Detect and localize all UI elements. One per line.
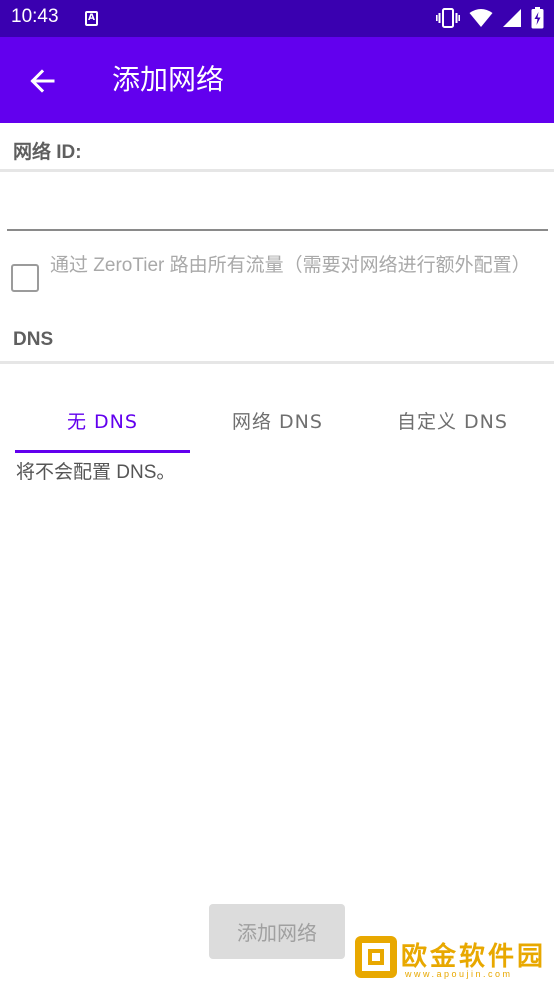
signal-icon <box>503 9 521 27</box>
tab-network-dns[interactable]: 网络 DNS <box>190 386 365 454</box>
dns-divider <box>0 361 554 364</box>
page-title: 添加网络 <box>112 63 225 96</box>
route-all-label: 通过 ZeroTier 路由所有流量（需要对网络进行额外配置） <box>50 255 531 276</box>
status-bar: 10:43 A <box>0 0 554 37</box>
dns-label: DNS <box>13 329 54 350</box>
back-button[interactable] <box>20 59 64 103</box>
watermark-logo-icon <box>355 936 397 978</box>
add-network-button[interactable]: 添加网络 <box>209 904 345 959</box>
wifi-icon <box>469 9 493 27</box>
dns-description: 将不会配置 DNS。 <box>16 462 176 483</box>
route-all-checkbox[interactable] <box>11 264 39 292</box>
watermark: 欧金软件园 www.apoujin.com <box>353 934 554 984</box>
battery-icon <box>531 7 544 29</box>
arrow-left-icon <box>30 69 55 93</box>
tab-no-dns[interactable]: 无 DNS <box>15 386 190 454</box>
network-id-label: 网络 ID: <box>13 142 82 163</box>
app-notification-icon: A <box>85 11 98 26</box>
status-icons <box>436 7 544 29</box>
app-bar: 添加网络 <box>0 37 554 123</box>
watermark-text: 欧金软件园 <box>401 942 547 972</box>
network-id-divider <box>0 169 554 172</box>
status-time: 10:43 <box>11 6 59 27</box>
dns-tabs: 无 DNS 网络 DNS 自定义 DNS <box>0 386 554 454</box>
vibrate-icon <box>436 8 460 28</box>
tab-indicator <box>15 450 190 453</box>
watermark-url: www.apoujin.com <box>405 969 513 979</box>
network-id-input[interactable] <box>7 185 548 231</box>
tab-custom-dns[interactable]: 自定义 DNS <box>365 386 540 454</box>
